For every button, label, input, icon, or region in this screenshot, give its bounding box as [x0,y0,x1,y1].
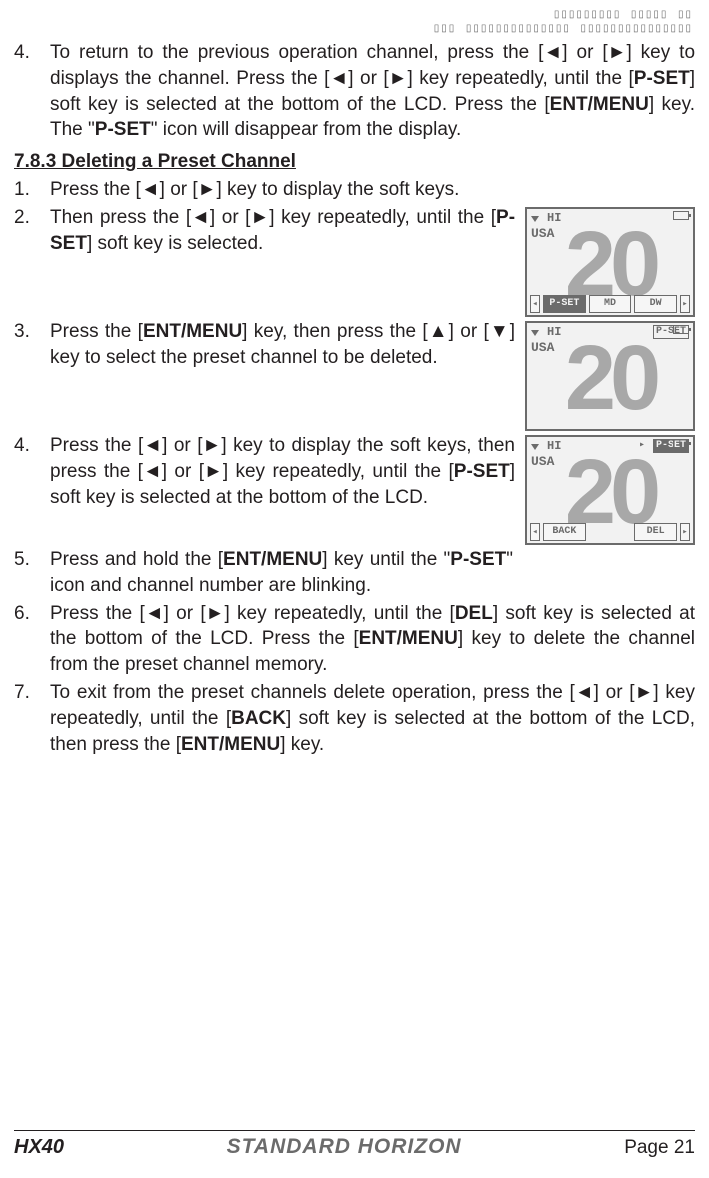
step-number: 7. [14,680,50,706]
step-number: 2. [14,205,50,231]
softkey: P-SET [543,295,586,313]
step-body: Press the [ENT/MENU] key, then press the… [50,319,515,371]
steps-list: 1.Press the [◄] or [►] key to display th… [14,177,695,757]
step: 1.Press the [◄] or [►] key to display th… [14,177,695,203]
footer-page-number: Page 21 [624,1135,695,1161]
step: 2.Then press the [◄] or [►] key repeated… [14,205,695,317]
lcd-screenshot: HI▸P-SETUSA20◂BACKDEL▸ [525,435,695,545]
step-body: To exit from the preset channels delete … [50,680,695,757]
softkey: BACK [543,523,586,541]
step-body: Press the [◄] or [►] key repeatedly, unt… [50,601,695,678]
step: 7.To exit from the preset channels delet… [14,680,695,757]
softkey: MD [589,295,632,313]
left-arrow-icon: ◂ [530,295,540,313]
step-number: 4. [14,40,50,143]
softkey: DEL [634,523,677,541]
step: 3.Press the [ENT/MENU] key, then press t… [14,319,695,431]
softkey-bar: ◂BACK DEL▸ [530,523,690,541]
step-body: To return to the previous operation chan… [50,40,695,143]
prev-section-step: 4. To return to the previous operation c… [14,40,695,143]
page-footer: HX40 STANDARD HORIZON Page 21 [14,1130,695,1162]
right-arrow-icon: ▸ [680,295,690,313]
section-heading: 7.8.3 Deleting a Preset Channel [14,149,695,175]
step-body: Then press the [◄] or [►] key repeatedly… [50,205,515,257]
step-number: 6. [14,601,50,627]
header-placeholder: ▯▯▯▯▯▯▯▯▯ ▯▯▯▯▯ ▯▯ ▯▯▯ ▯▯▯▯▯▯▯▯▯▯▯▯▯▯ ▯▯… [14,8,693,36]
softkey-bar: ◂P-SETMDDW▸ [530,295,690,313]
step: 6.Press the [◄] or [►] key repeatedly, u… [14,601,695,678]
step: 5.Press and hold the [ENT/MENU] key unti… [14,547,695,599]
step-body: Press the [◄] or [►] key to display the … [50,177,695,203]
step: 4.Press the [◄] or [►] key to display th… [14,433,695,545]
manual-page: ▯▯▯▯▯▯▯▯▯ ▯▯▯▯▯ ▯▯ ▯▯▯ ▯▯▯▯▯▯▯▯▯▯▯▯▯▯ ▯▯… [0,0,709,1178]
channel-number: 20 [527,323,693,431]
step-number: 5. [14,547,50,573]
lcd-screenshot: HIUSA20◂P-SETMDDW▸ [525,207,695,317]
right-arrow-icon: ▸ [680,523,690,541]
footer-brand: STANDARD HORIZON [227,1133,462,1162]
footer-model: HX40 [14,1134,64,1161]
lcd-screenshot: HIP-SETUSA20 [525,321,695,431]
step-number: 1. [14,177,50,203]
softkey: DW [634,295,677,313]
step-body: Press and hold the [ENT/MENU] key until … [50,547,695,599]
left-arrow-icon: ◂ [530,523,540,541]
step-number: 3. [14,319,50,345]
step-number: 4. [14,433,50,459]
step-body: Press the [◄] or [►] key to display the … [50,433,515,510]
